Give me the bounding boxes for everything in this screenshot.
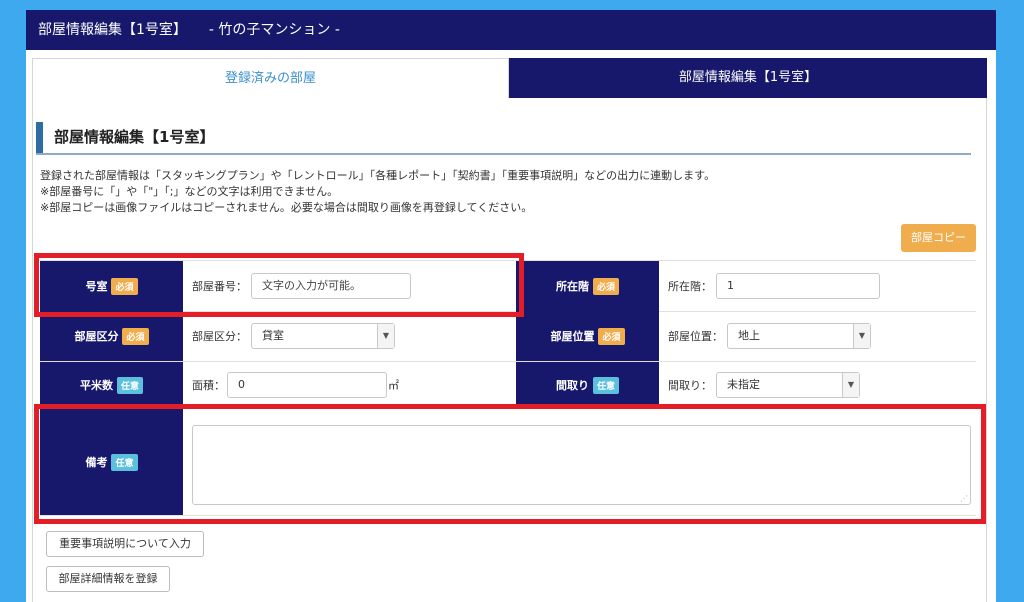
- selected-value: 貸室: [262, 329, 284, 342]
- section-title: 部屋情報編集【1号室】: [54, 128, 215, 146]
- label-text: 所在階: [555, 280, 589, 293]
- cell-room-type: 部屋区分： 貸室 ▼: [192, 311, 395, 361]
- tab-bar: 登録済みの部屋 部屋情報編集【1号室】: [32, 58, 987, 98]
- tab-registered-rooms[interactable]: 登録済みの部屋: [32, 58, 509, 98]
- required-badge: 必須: [122, 327, 149, 345]
- optional-badge: 任意: [592, 376, 619, 394]
- required-badge: 必須: [598, 327, 625, 345]
- note-line: ※部屋コピーは画像ファイルはコピーされません。必要な場合は間取り画像を再登録して…: [40, 201, 533, 214]
- unit-label: ㎡: [388, 379, 399, 392]
- chevron-down-icon[interactable]: ▼: [853, 324, 870, 348]
- field-label: 部屋位置：: [668, 330, 723, 343]
- chevron-down-icon[interactable]: ▼: [377, 324, 394, 348]
- form-row-room-type: 部屋区分 必須 部屋区分： 貸室 ▼ 部屋位置 必須 部屋位置： 地上 ▼: [40, 311, 976, 362]
- info-notes: 登録された部屋情報は「スタッキングプラン」や「レントロール」「各種レポート」「契…: [40, 168, 715, 216]
- field-label: 部屋区分：: [192, 330, 247, 343]
- chevron-down-icon[interactable]: ▼: [842, 373, 859, 397]
- label-area: 平米数 任意: [40, 362, 183, 408]
- label-layout: 間取り 任意: [516, 362, 659, 408]
- label-text: 平米数: [79, 379, 113, 392]
- selected-value: 地上: [738, 329, 760, 342]
- highlight-box-remarks: [34, 404, 986, 524]
- main-panel: 登録済みの部屋 部屋情報編集【1号室】 部屋情報編集【1号室】 登録された部屋情…: [26, 50, 996, 602]
- page-title: 部屋情報編集【1号室】: [38, 22, 187, 38]
- title-bar: 部屋情報編集【1号室】 - 竹の子マンション -: [26, 10, 996, 50]
- cell-layout: 間取り： 未指定 ▼: [668, 362, 860, 408]
- section-heading: 部屋情報編集【1号室】: [36, 122, 971, 155]
- highlight-box-room-no: [34, 253, 524, 317]
- register-room-details-button[interactable]: 部屋詳細情報を登録: [46, 566, 170, 592]
- note-line: 登録された部屋情報は「スタッキングプラン」や「レントロール」「各種レポート」「契…: [40, 169, 716, 182]
- area-input[interactable]: 0: [227, 372, 387, 398]
- label-text: 部屋区分: [74, 330, 119, 343]
- heading-accent-bar: [36, 122, 43, 153]
- note-line: ※部屋番号に「」や「"」「;」などの文字は利用できません。: [40, 185, 339, 198]
- tab-edit-room[interactable]: 部屋情報編集【1号室】: [509, 58, 987, 98]
- field-label: 所在階：: [668, 280, 712, 293]
- label-text: 部屋位置: [550, 330, 595, 343]
- required-badge: 必須: [592, 277, 619, 295]
- cell-area: 面積： 0 ㎡: [192, 362, 399, 408]
- floor-input[interactable]: 1: [716, 273, 880, 299]
- room-type-select[interactable]: 貸室 ▼: [251, 323, 395, 349]
- selected-value: 未指定: [727, 378, 760, 391]
- field-label: 間取り：: [668, 379, 712, 392]
- cell-room-position: 部屋位置： 地上 ▼: [668, 311, 871, 361]
- label-room-position: 部屋位置 必須: [516, 311, 659, 361]
- building-name: - 竹の子マンション -: [208, 22, 340, 38]
- important-matters-button[interactable]: 重要事項説明について入力: [46, 531, 204, 557]
- cell-floor: 所在階： 1: [668, 261, 880, 311]
- optional-badge: 任意: [116, 376, 143, 394]
- label-text: 間取り: [555, 379, 589, 392]
- room-position-select[interactable]: 地上 ▼: [727, 323, 871, 349]
- label-floor: 所在階 必須: [516, 261, 659, 311]
- label-room-type: 部屋区分 必須: [40, 311, 183, 361]
- layout-select[interactable]: 未指定 ▼: [716, 372, 860, 398]
- field-label: 面積：: [192, 379, 225, 392]
- copy-room-button[interactable]: 部屋コピー: [901, 224, 976, 252]
- form-row-area: 平米数 任意 面積： 0 ㎡ 間取り 任意 間取り： 未指定 ▼: [40, 362, 976, 409]
